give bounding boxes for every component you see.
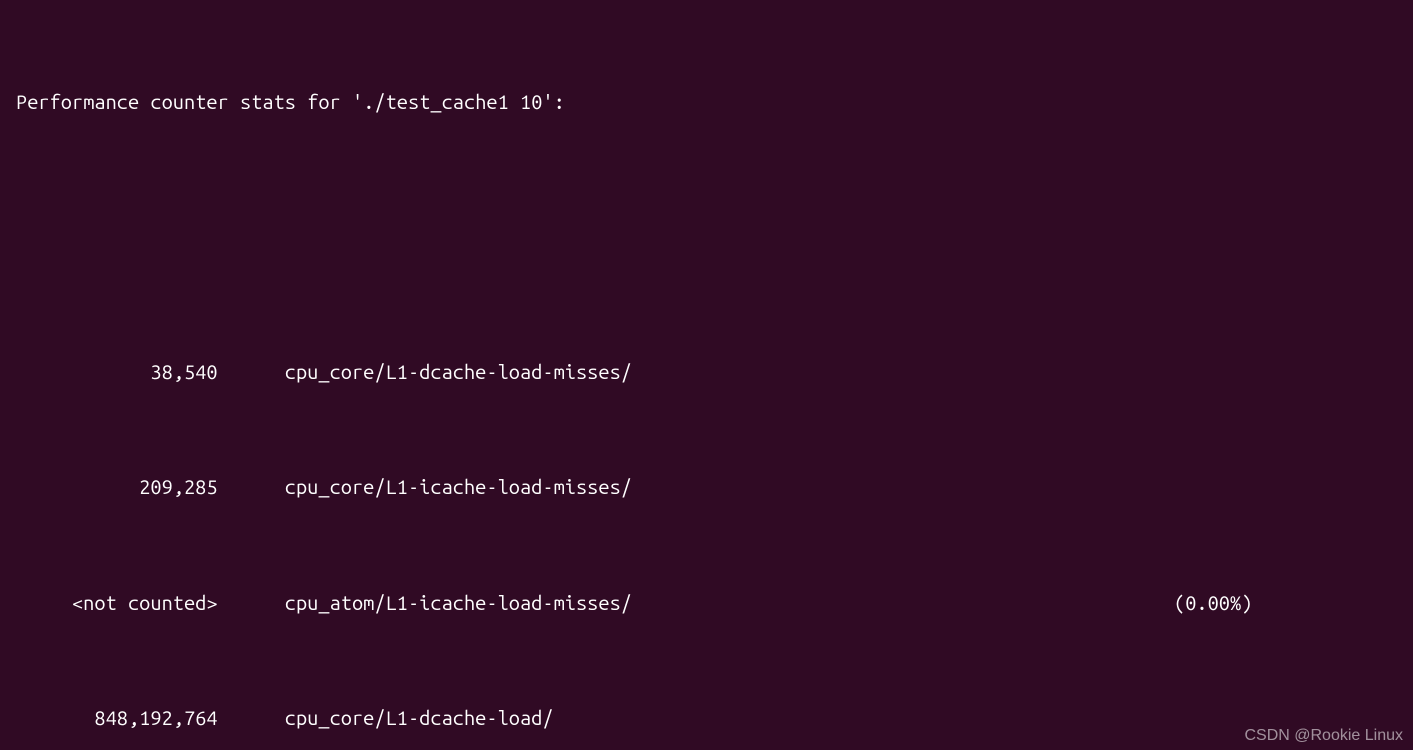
column-gap [218, 584, 285, 623]
counter-event: cpu_core/L1-dcache-load-misses/ [285, 353, 632, 392]
watermark-text: CSDN @Rookie Linux [1244, 728, 1403, 744]
blank-line [16, 199, 1397, 238]
counter-value: 209,285 [16, 468, 218, 507]
counter-percent: (0.00%) [1174, 584, 1252, 623]
counter-row: 848,192,764 cpu_core/L1-dcache-load/ [16, 699, 1397, 738]
counter-row: <not counted> cpu_atom/L1-icache-load-mis… [16, 584, 1397, 623]
counter-row: 38,540 cpu_core/L1-dcache-load-misses/ [16, 353, 1397, 392]
counter-value: <not counted> [16, 584, 218, 623]
counter-event: cpu_atom/L1-icache-load-misses/ [285, 584, 632, 623]
header-text: Performance counter stats for './test_ca… [16, 83, 565, 122]
column-gap [218, 699, 285, 738]
header-line: Performance counter stats for './test_ca… [16, 83, 1397, 122]
counter-value: 38,540 [16, 353, 218, 392]
counter-row: 209,285 cpu_core/L1-icache-load-misses/ [16, 468, 1397, 507]
counter-event: cpu_core/L1-icache-load-misses/ [285, 468, 632, 507]
counter-event: cpu_core/L1-dcache-load/ [285, 699, 554, 738]
terminal-output: Performance counter stats for './test_ca… [0, 0, 1413, 750]
counter-value: 848,192,764 [16, 699, 218, 738]
column-gap [218, 468, 285, 507]
column-gap [218, 353, 285, 392]
